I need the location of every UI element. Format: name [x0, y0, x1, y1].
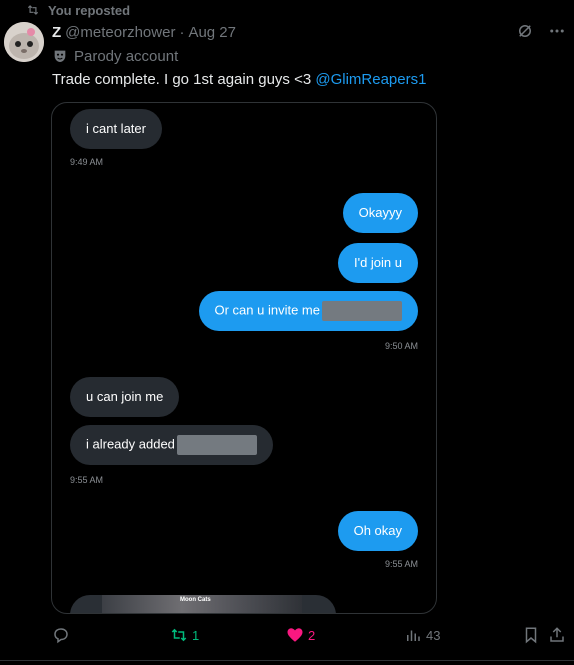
avatar[interactable]	[4, 22, 44, 62]
views-count: 43	[426, 627, 441, 643]
action-bar: 1 2 43	[52, 626, 566, 646]
message-timestamp: 9:49 AM	[70, 157, 104, 167]
redacted-name	[176, 435, 257, 455]
message-bubble-sent: I'd join u	[337, 243, 418, 283]
message-bubble-received: i cant later	[70, 109, 162, 149]
message-bubble-sent: Oh okay	[337, 511, 418, 551]
repost-indicator: You reposted	[26, 2, 130, 18]
retweet-icon	[171, 628, 187, 642]
repost-label: You reposted	[48, 2, 131, 18]
message-text: u can join me	[86, 389, 164, 404]
reply-button[interactable]	[52, 626, 74, 644]
retweet-count: 1	[192, 627, 200, 643]
shared-image-message: Moon Cats	[70, 595, 336, 613]
message-timestamp: 9:50 AM	[384, 341, 418, 351]
views-icon	[407, 630, 420, 641]
reply-icon	[54, 628, 68, 644]
message-bubble-received: u can join me	[70, 377, 180, 417]
bookmark-button[interactable]	[522, 626, 540, 644]
post-date[interactable]: Aug 27	[188, 24, 236, 41]
parody-label: Parody account	[74, 47, 179, 65]
parody-badge: Parody account	[52, 46, 178, 66]
mask-icon	[54, 50, 66, 62]
message-bubble-sent: Or can u invite me	[198, 291, 418, 331]
message-text: Oh okay	[353, 523, 402, 538]
grok-icon[interactable]	[516, 22, 534, 40]
heart-icon	[287, 628, 303, 642]
separator: ·	[179, 23, 185, 41]
post-body: Trade complete. I go 1st again guys <3	[52, 71, 316, 88]
retweet-button[interactable]: 1	[170, 626, 199, 644]
message-text: i already added	[86, 436, 175, 452]
message-text: i cant later	[86, 121, 146, 136]
avatar-image	[4, 22, 44, 62]
share-button[interactable]	[548, 626, 566, 644]
message-text: I'd join u	[353, 255, 402, 270]
message-text: Or can u invite me	[214, 302, 321, 318]
views-button[interactable]: 43	[404, 626, 440, 644]
repost-icon	[27, 5, 39, 15]
message-timestamp: 9:55 AM	[384, 559, 418, 569]
user-handle[interactable]: @meteorzhower	[65, 24, 175, 41]
attached-image[interactable]: i cant later 9:49 AM Okayyy I'd join u O…	[51, 102, 437, 614]
display-name[interactable]: Z	[52, 24, 61, 41]
more-options-icon[interactable]	[548, 22, 566, 40]
bookmark-icon	[525, 627, 537, 644]
share-icon	[550, 627, 564, 642]
header-actions	[516, 22, 566, 40]
mention-link[interactable]: @GlimReapers1	[315, 71, 426, 88]
like-count: 2	[308, 627, 316, 643]
shared-image: Moon Cats	[102, 595, 302, 613]
post-header: Z @meteorzhower · Aug 27	[52, 22, 236, 42]
message-bubble-received: i already added	[70, 425, 273, 465]
divider	[0, 660, 574, 661]
message-timestamp: 9:55 AM	[70, 475, 104, 485]
redacted-name	[322, 301, 402, 321]
message-bubble-sent: Okayyy	[342, 193, 418, 233]
post-text: Trade complete. I go 1st again guys <3 @…	[52, 70, 426, 90]
like-button[interactable]: 2	[286, 626, 315, 644]
image-caption: Moon Cats	[180, 597, 211, 603]
message-text: Okayyy	[358, 205, 402, 220]
